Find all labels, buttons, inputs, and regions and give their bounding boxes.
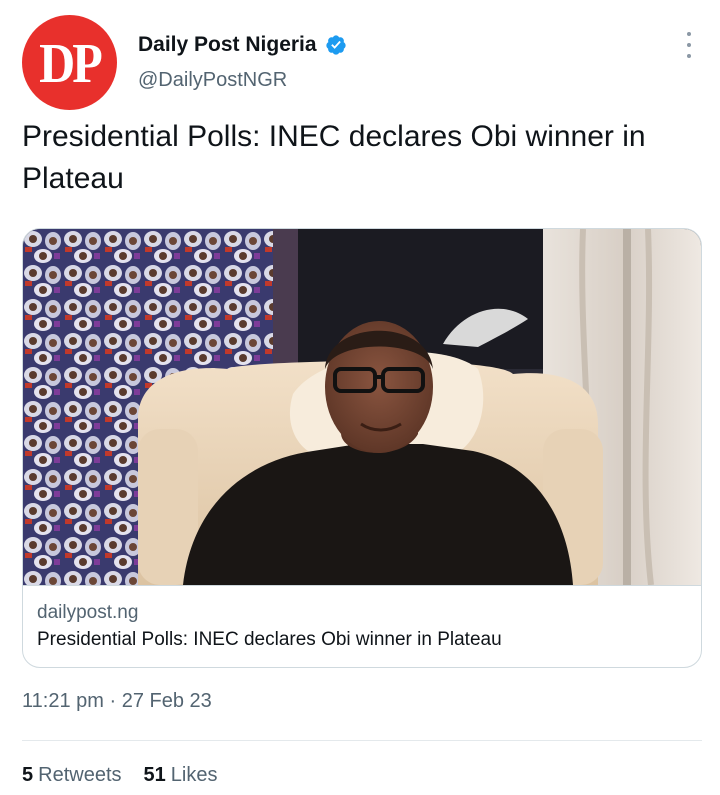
likes-stat[interactable]: 51 Likes [144,764,218,787]
link-card[interactable]: dailypost.ng Presidential Polls: INEC de… [22,228,702,668]
verified-badge-icon [325,35,346,55]
display-name[interactable]: Daily Post Nigeria [138,33,317,57]
handle[interactable]: @DailyPostNGR [138,69,347,92]
retweets-stat[interactable]: 5 Retweets [22,764,122,787]
card-title: Presidential Polls: INEC declares Obi wi… [37,629,502,650]
author-block[interactable]: Daily Post Nigeria @DailyPostNGR [138,33,347,92]
tweet-timestamp[interactable]: 11:21 pm · 27 Feb 23 [22,690,212,713]
retweets-label: Retweets [38,764,122,786]
avatar[interactable]: DP [22,15,117,110]
engagement-stats: 5 Retweets 51 Likes [22,764,217,787]
likes-count: 51 [143,764,166,786]
card-image[interactable] [23,229,702,585]
divider [22,740,702,741]
name-row: Daily Post Nigeria [138,33,347,57]
meta-separator: · [109,690,117,712]
retweets-count: 5 [22,764,34,786]
more-options-icon[interactable] [684,32,694,58]
likes-label: Likes [170,764,218,786]
tweet-date: 27 Feb 23 [121,690,212,712]
card-footer[interactable]: dailypost.ng Presidential Polls: INEC de… [23,585,701,667]
card-domain: dailypost.ng [37,602,139,623]
tweet-time: 11:21 pm [22,690,104,712]
tweet-text: Presidential Polls: INEC declares Obi wi… [22,120,646,195]
avatar-logo-text: DP [39,31,103,94]
